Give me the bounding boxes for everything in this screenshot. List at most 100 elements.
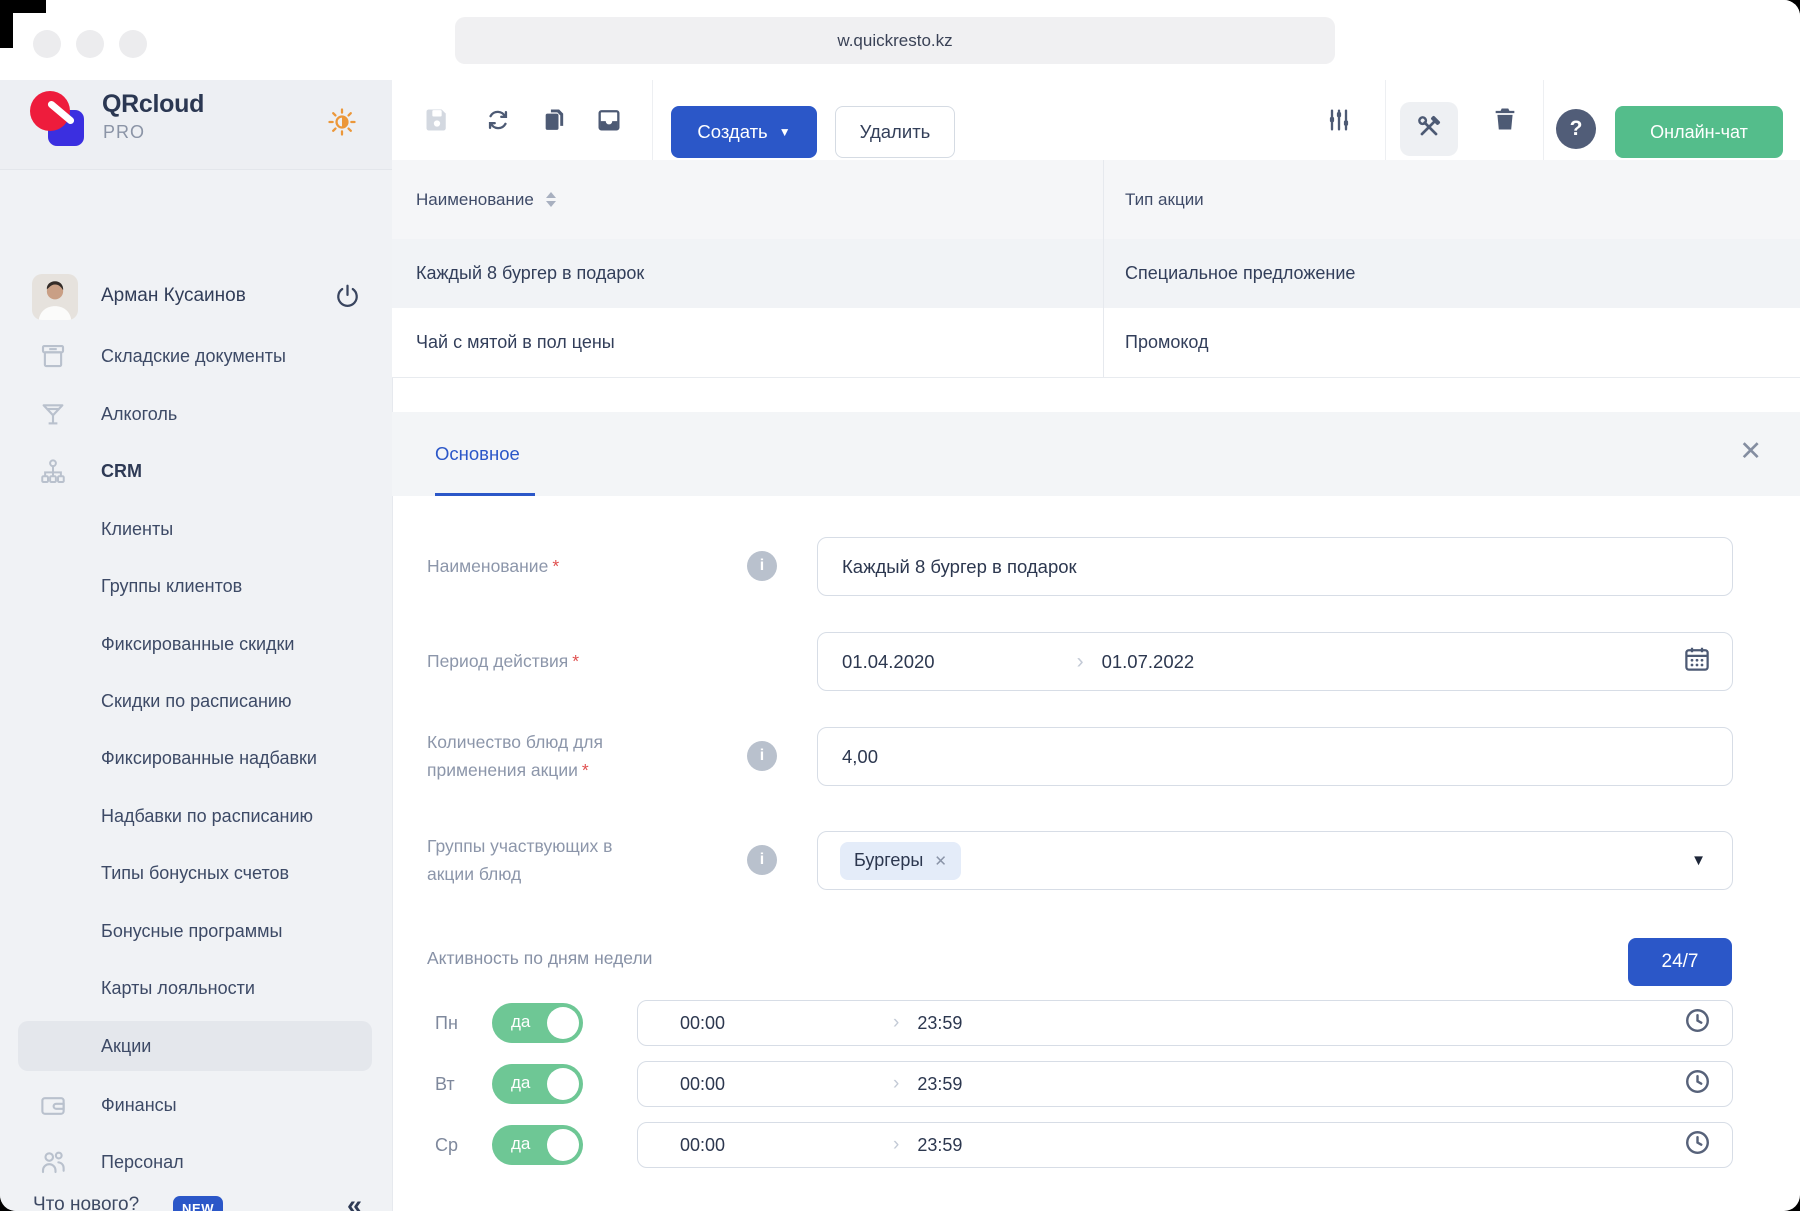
divider — [1543, 80, 1544, 160]
martini-icon — [38, 399, 68, 429]
sitemap-icon — [38, 456, 68, 486]
copy-icon[interactable] — [541, 106, 569, 134]
app-window: w.quickresto.kz QRcloud PRO — [0, 0, 1800, 1211]
24-7-button[interactable]: 24/7 — [1628, 938, 1732, 986]
logout-power-icon[interactable] — [334, 283, 361, 310]
trash-icon[interactable] — [1491, 105, 1519, 133]
help-icon[interactable]: ? — [1556, 109, 1596, 149]
people-icon — [38, 1147, 68, 1177]
wallet-icon — [38, 1090, 68, 1120]
dropdown-caret-icon[interactable]: ▼ — [1691, 852, 1706, 869]
create-button[interactable]: Создать ▼ — [671, 106, 817, 158]
caret-down-icon: ▼ — [779, 126, 791, 138]
close-icon[interactable]: ✕ — [1739, 438, 1762, 465]
sidebar-item-crm[interactable]: CRM — [0, 449, 392, 493]
name-input[interactable]: Каждый 8 бургер в подарок — [817, 537, 1733, 596]
table-row[interactable]: Чай с мятой в пол цены Промокод — [392, 308, 1800, 378]
info-icon[interactable]: i — [747, 551, 777, 581]
info-icon[interactable]: i — [747, 741, 777, 771]
sidebar-item-bonus-programs[interactable]: Бонусные программы — [0, 909, 392, 953]
corner-crop-mark — [0, 0, 13, 48]
address-bar[interactable]: w.quickresto.kz — [455, 17, 1335, 64]
delete-button[interactable]: Удалить — [835, 106, 955, 158]
group-tag: Бургеры ✕ — [840, 842, 961, 880]
calendar-icon[interactable] — [1682, 644, 1712, 679]
sidebar-item-scheduled-discounts[interactable]: Скидки по расписанию — [0, 679, 392, 723]
user-row[interactable]: Арман Кусаинов — [0, 274, 392, 320]
promotions-table: Наименование Тип акции Каждый 8 бургер в… — [392, 160, 1800, 377]
sidebar-item-fixed-discounts[interactable]: Фиксированные скидки — [0, 622, 392, 666]
day-toggle[interactable]: да — [492, 1064, 583, 1104]
chevron-right-icon: › — [893, 1012, 899, 1034]
sidebar-item-fixed-markups[interactable]: Фиксированные надбавки — [0, 736, 392, 780]
tab-main[interactable]: Основное — [435, 412, 520, 496]
sort-icon[interactable] — [546, 192, 556, 207]
user-name: Арман Кусаинов — [101, 285, 246, 307]
window-control-icon[interactable] — [76, 30, 104, 58]
period-field-label: Период действия* — [427, 647, 579, 675]
divider — [1385, 80, 1386, 160]
brand-plan: PRO — [103, 122, 145, 143]
filters-sliders-icon[interactable] — [1325, 106, 1353, 134]
divider — [652, 80, 653, 160]
table-row[interactable]: Каждый 8 бургер в подарок Специальное пр… — [392, 239, 1800, 309]
theme-brightness-icon[interactable] — [326, 106, 358, 138]
time-range-input[interactable]: 00:00 › 23:59 — [637, 1122, 1733, 1168]
day-toggle[interactable]: да — [492, 1003, 583, 1043]
time-range-input[interactable]: 00:00 › 23:59 — [637, 1000, 1733, 1046]
sidebar-item-promotions[interactable]: Акции — [0, 1024, 392, 1068]
online-chat-button[interactable]: Онлайн-чат — [1615, 106, 1783, 158]
sidebar-item-alcohol[interactable]: Алкоголь — [0, 392, 392, 436]
groups-field-label: Группы участвующих в акции блюд — [427, 832, 612, 888]
remove-tag-icon[interactable]: ✕ — [934, 852, 947, 870]
tools-button[interactable] — [1400, 102, 1458, 156]
window-control-icon[interactable] — [33, 30, 61, 58]
day-label: Ср — [435, 1122, 479, 1168]
period-to: 01.07.2022 — [1102, 651, 1195, 673]
clock-icon[interactable] — [1683, 1067, 1712, 1101]
brand-name: QRcloud — [102, 90, 204, 119]
browser-chrome: w.quickresto.kz — [0, 0, 1800, 80]
whats-new-link[interactable]: Что нового? — [33, 1194, 139, 1211]
clock-icon[interactable] — [1683, 1128, 1712, 1162]
groups-select[interactable]: Бургеры ✕ ▼ — [817, 831, 1733, 890]
table-header: Наименование Тип акции — [392, 160, 1800, 240]
avatar — [32, 274, 78, 320]
required-mark: * — [572, 651, 579, 671]
period-input[interactable]: 01.04.2020 › 01.07.2022 — [817, 632, 1733, 691]
day-label: Пн — [435, 1000, 479, 1046]
column-header-name[interactable]: Наименование — [416, 160, 556, 239]
sidebar-item-clients[interactable]: Клиенты — [0, 507, 392, 551]
day-toggle[interactable]: да — [492, 1125, 583, 1165]
sidebar-item-warehouse-docs[interactable]: Складские документы — [0, 334, 392, 378]
sidebar-item-loyalty-cards[interactable]: Карты лояльности — [0, 966, 392, 1010]
box-icon — [38, 341, 68, 371]
whats-new-row: Что нового? NEW « — [0, 1185, 392, 1211]
refresh-icon[interactable] — [484, 106, 512, 134]
required-mark: * — [582, 760, 589, 780]
sidebar-item-finance[interactable]: Финансы — [0, 1083, 392, 1127]
tab-active-underline — [435, 493, 535, 496]
info-icon[interactable]: i — [747, 845, 777, 875]
collapse-sidebar-icon[interactable]: « — [347, 1190, 362, 1211]
window-control-icon[interactable] — [119, 30, 147, 58]
clock-icon[interactable] — [1683, 1006, 1712, 1040]
time-range-input[interactable]: 00:00 › 23:59 — [637, 1061, 1733, 1107]
sidebar-item-staff[interactable]: Персонал — [0, 1140, 392, 1184]
sidebar-item-scheduled-markups[interactable]: Надбавки по расписанию — [0, 794, 392, 838]
tools-icon — [1414, 112, 1444, 147]
qrcloud-logo-icon — [30, 91, 86, 149]
sidebar-item-client-groups[interactable]: Группы клиентов — [0, 564, 392, 608]
column-header-type[interactable]: Тип акции — [1125, 160, 1204, 239]
required-mark: * — [552, 556, 559, 576]
inbox-tray-icon[interactable] — [595, 106, 623, 134]
toggle-knob — [547, 1007, 579, 1039]
chevron-right-icon: › — [893, 1073, 899, 1095]
quantity-input[interactable]: 4,00 — [817, 727, 1733, 786]
detail-tabbar: Основное ✕ — [392, 412, 1800, 496]
day-label: Вт — [435, 1061, 479, 1107]
sidebar-item-bonus-account-types[interactable]: Типы бонусных счетов — [0, 851, 392, 895]
screenshot-frame: w.quickresto.kz QRcloud PRO — [0, 0, 1800, 1211]
column-divider — [1103, 160, 1104, 377]
toolbar: Создать ▼ Удалить — [392, 80, 1800, 161]
